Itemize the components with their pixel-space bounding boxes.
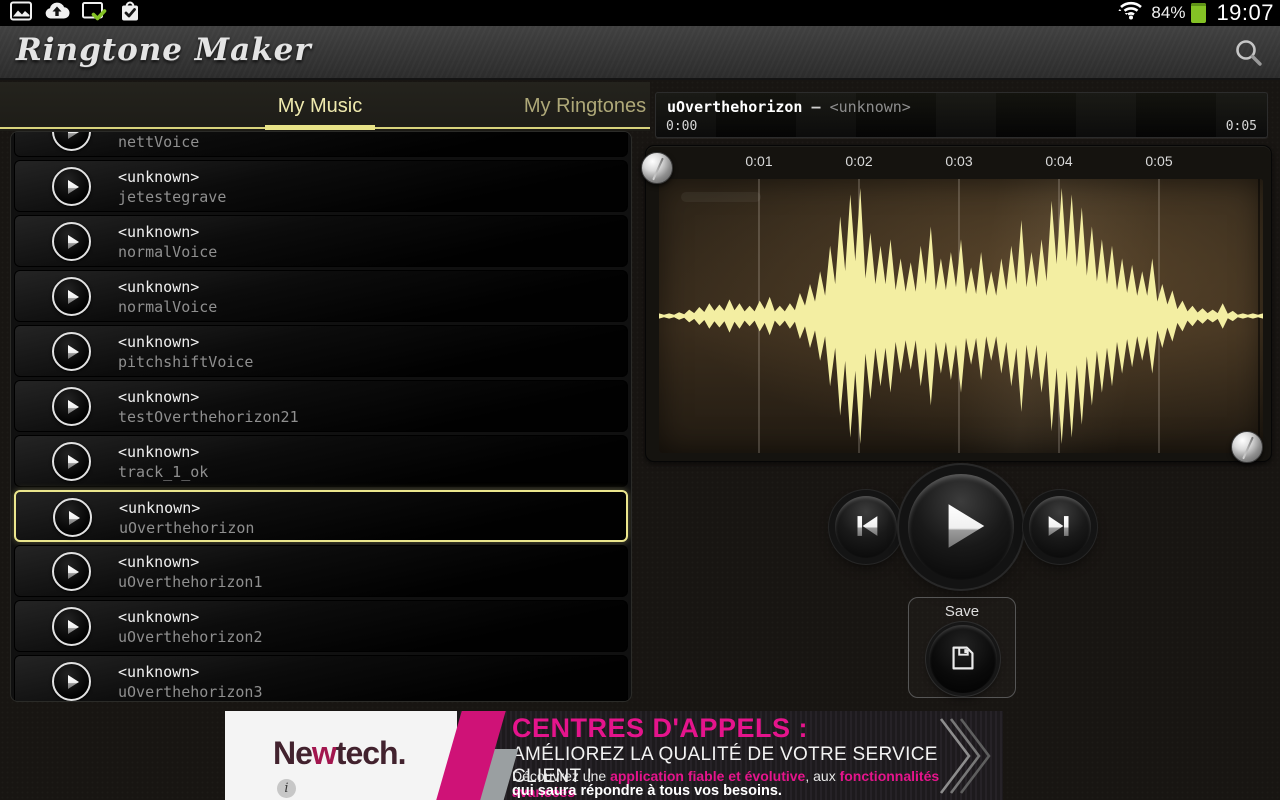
tab-my-music[interactable]: My Music [195,82,445,131]
track-artist: <unknown> [118,167,226,187]
play-button[interactable] [908,474,1014,580]
track-title: normalVoice [118,297,217,318]
ad-headline: CENTRES D'APPELS : [512,713,808,744]
play-track-icon[interactable] [52,222,91,261]
ad-brand-logo: Newtech. [273,735,405,772]
track-row[interactable]: <unknown>track_1_ok [14,435,628,487]
save-label: Save [909,603,1015,620]
status-bar: 84% 19:07 [0,0,1280,26]
battery-percent: 84% [1151,3,1185,23]
play-track-icon[interactable] [52,607,91,646]
chevrons-right-icon [937,715,993,800]
ruler-tick: 0:03 [945,153,972,169]
tab-strip: My Music My Ringtones [0,82,650,131]
track-row[interactable]: <unknown>testOverthehorizon21 [14,380,628,432]
search-button[interactable] [1232,37,1266,71]
bag-check-icon [118,0,142,28]
ruler-tick: 0:02 [845,153,872,169]
track-title: testOverthehorizon21 [118,407,299,428]
track-title: uOverthehorizon2 [118,627,263,648]
search-icon [1233,57,1265,72]
now-playing-artist: <unknown> [830,98,911,116]
tab-my-ringtones[interactable]: My Ringtones [470,82,700,131]
track-artist: <unknown> [119,498,254,518]
play-track-icon[interactable] [52,167,91,206]
play-track-icon[interactable] [52,662,91,701]
app-header: Ringtone Maker [0,26,1280,80]
track-artist: <unknown> [118,552,263,572]
ruler-tick: 0:04 [1045,153,1072,169]
ruler-tick: 0:05 [1145,153,1172,169]
track-title: track_1_ok [118,462,208,483]
waveform-panel: 0:01 0:02 0:03 0:04 0:05 [645,145,1272,462]
track-artist: <unknown> [118,662,263,682]
ad-banner[interactable]: Newtech. i CENTRES D'APPELS : AMÉLIOREZ … [225,711,1003,800]
clock: 19:07 [1216,0,1274,26]
track-title: jetestegrave [118,187,226,208]
save-button[interactable] [929,625,997,693]
track-title: normalVoice [118,242,217,263]
track-row[interactable]: <unknown>normalVoice [14,215,628,267]
trim-end-handle[interactable] [1231,431,1263,463]
track-row-selected[interactable]: <unknown>uOverthehorizon [14,490,628,542]
ad-brand-section: Newtech. i [225,711,457,800]
play-icon [930,495,992,560]
ruler-tick: 0:01 [745,153,772,169]
track-row[interactable]: <unknown>uOverthehorizon2 [14,600,628,652]
track-row[interactable]: <unknown>uOverthehorizon1 [14,545,628,597]
ad-body-text-2: qui saura répondre à tous vos besoins. [512,783,782,799]
track-row[interactable]: <unknown>nettVoice [14,131,628,157]
now-playing-bar: uOverthehorizon — <unknown> 0:00 0:05 [655,92,1268,138]
previous-button[interactable] [835,496,897,558]
cloud-upload-icon [44,0,70,28]
track-list[interactable]: <unknown>nettVoice<unknown>jetestegrave<… [10,131,632,702]
app-title: Ringtone Maker [16,32,312,68]
previous-icon [849,509,883,546]
next-button[interactable] [1029,496,1091,558]
waveform-display[interactable] [659,179,1263,453]
screenshot-check-icon [81,0,107,28]
play-track-icon[interactable] [52,442,91,481]
battery-icon [1191,3,1206,23]
track-title: nettVoice [118,132,199,153]
track-artist: <unknown> [118,277,217,297]
track-artist: <unknown> [118,222,217,242]
active-tab-underline [265,125,375,130]
track-row[interactable]: <unknown>normalVoice [14,270,628,322]
waveform-graphic [659,179,1263,453]
track-artist: <unknown> [118,387,299,407]
play-track-icon[interactable] [52,332,91,371]
track-title: pitchshiftVoice [118,352,253,373]
wifi-icon [1117,0,1145,29]
track-title: uOverthehorizon1 [118,572,263,593]
track-artist: <unknown> [118,332,253,352]
play-track-icon[interactable] [52,552,91,591]
ad-info-icon[interactable]: i [277,779,296,798]
play-track-icon[interactable] [52,387,91,426]
track-row[interactable]: <unknown>jetestegrave [14,160,628,212]
total-duration: 0:05 [1226,119,1257,134]
gallery-icon [9,0,33,28]
now-playing-title: uOverthehorizon — <unknown> [667,98,911,116]
notification-icons [4,0,142,28]
title-artist-separator: — [812,98,821,116]
play-track-icon[interactable] [53,498,92,537]
track-row[interactable]: <unknown>uOverthehorizon3 [14,655,628,702]
ringtone-maker-app: 84% 19:07 Ringtone Maker My Music My Rin… [0,0,1280,800]
track-row[interactable]: <unknown>pitchshiftVoice [14,325,628,377]
next-icon [1043,509,1077,546]
floppy-disk-icon [946,641,980,678]
track-artist: <unknown> [118,607,263,627]
track-title: uOverthehorizon3 [118,682,263,702]
play-track-icon[interactable] [52,131,91,151]
track-title: uOverthehorizon [119,518,254,539]
trim-start-handle[interactable] [641,152,673,184]
track-artist: <unknown> [118,442,208,462]
save-panel: Save [908,597,1016,698]
play-track-icon[interactable] [52,277,91,316]
